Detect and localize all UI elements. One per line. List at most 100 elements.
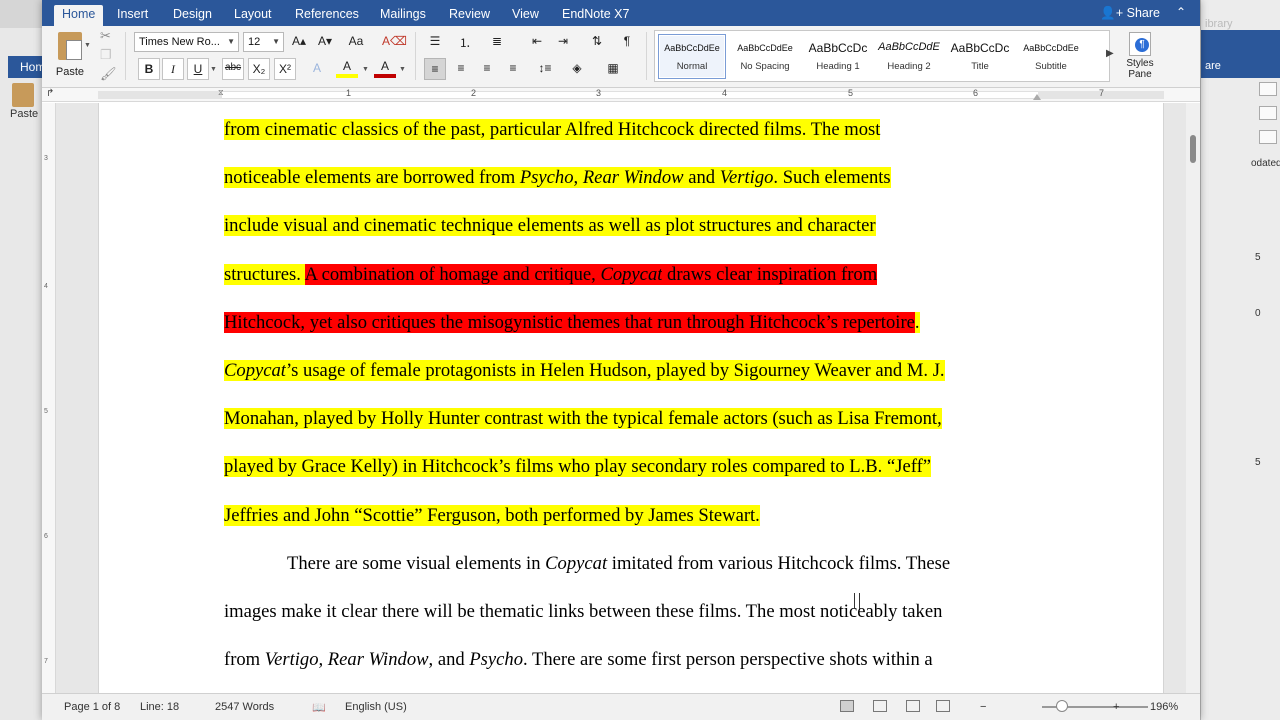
- tab-references[interactable]: References: [287, 5, 367, 26]
- highlight-chevron-icon[interactable]: ▼: [362, 66, 369, 73]
- ruler-left-margin: [98, 91, 222, 99]
- line-spacing-icon[interactable]: ↕≡: [534, 58, 556, 80]
- subscript-button[interactable]: X₂: [248, 58, 270, 80]
- sort-icon[interactable]: ⇅: [586, 31, 608, 53]
- word-count[interactable]: 2547 Words: [215, 701, 274, 713]
- style-normal[interactable]: AaBbCcDdEe Normal: [658, 34, 726, 79]
- background-number: 5: [1255, 457, 1261, 468]
- document-line: images make it clear there will be thema…: [224, 599, 942, 625]
- font-name-field[interactable]: Times New Ro... ▼: [134, 32, 239, 52]
- multilevel-list-icon[interactable]: ≣: [486, 31, 508, 53]
- tab-insert[interactable]: Insert: [109, 5, 156, 26]
- text-run: .: [914, 311, 920, 333]
- zoom-in-button[interactable]: +: [1113, 701, 1119, 713]
- right-indent-marker[interactable]: [1033, 94, 1041, 100]
- font-size-field[interactable]: 12 ▼: [243, 32, 284, 52]
- style-sample: AaBbCcDdEe: [737, 43, 793, 53]
- vertical-ruler[interactable]: 3 4 5 6 7: [42, 103, 56, 693]
- page-count[interactable]: Page 1 of 8: [64, 701, 120, 713]
- cut-icon[interactable]: ✂: [100, 28, 111, 44]
- change-case-button[interactable]: Aa: [345, 31, 367, 53]
- bold-button[interactable]: B: [138, 58, 160, 80]
- document-line: structures. A combination of homage and …: [224, 262, 878, 288]
- share-button[interactable]: 👤+ Share: [1100, 6, 1160, 21]
- document-page[interactable]: from cinematic classics of the past, par…: [98, 103, 1164, 693]
- language[interactable]: English (US): [345, 701, 407, 713]
- justify-icon[interactable]: ≡: [502, 58, 524, 80]
- tab-review[interactable]: Review: [441, 5, 498, 26]
- ruler-number: 7: [1099, 88, 1105, 98]
- increase-indent-icon[interactable]: ⇥: [552, 31, 574, 53]
- tab-home[interactable]: Home: [54, 5, 104, 26]
- style-subtitle[interactable]: AaBbCcDdEe Subtitle: [1017, 34, 1085, 79]
- bullets-icon[interactable]: ☰: [424, 31, 446, 53]
- ruler-number: 4: [44, 283, 48, 290]
- style-heading-1[interactable]: AaBbCcDc Heading 1: [804, 34, 872, 79]
- tab-layout[interactable]: Layout: [226, 5, 280, 26]
- document-line: Hitchcock, yet also critiques the misogy…: [224, 310, 920, 336]
- text-run: Psycho: [519, 167, 574, 189]
- tab-design[interactable]: Design: [165, 5, 220, 26]
- numbering-icon[interactable]: ⒈: [454, 31, 476, 53]
- borders-icon[interactable]: ▦: [602, 58, 624, 80]
- tab-stop-icon[interactable]: ↱: [46, 88, 54, 99]
- font-color-button[interactable]: A: [374, 56, 396, 78]
- styles-pane-button[interactable]: Styles Pane: [1122, 32, 1158, 84]
- gallery-more-arrow-icon[interactable]: ▶: [1106, 48, 1114, 59]
- text-run: Copycat: [600, 263, 663, 285]
- text-run: played by Grace Kelly) in Hitchcock’s fi…: [224, 456, 932, 478]
- grow-font-button[interactable]: A▴: [288, 31, 310, 53]
- tab-endnote[interactable]: EndNote X7: [554, 5, 637, 26]
- web-layout-view-icon[interactable]: [873, 700, 887, 712]
- paste-button[interactable]: Paste: [52, 30, 88, 80]
- shrink-font-button[interactable]: A▾: [314, 31, 336, 53]
- italic-button[interactable]: I: [162, 58, 184, 80]
- tab-view[interactable]: View: [504, 5, 547, 26]
- align-center-icon[interactable]: ≡: [450, 58, 472, 80]
- vertical-scrollbar[interactable]: [1186, 103, 1200, 693]
- share-label: Share: [1126, 6, 1160, 20]
- text-run: Copycat: [545, 552, 608, 574]
- decrease-indent-icon[interactable]: ⇤: [526, 31, 548, 53]
- text-run: ’s usage of female protagonists in Helen…: [285, 360, 945, 381]
- format-painter-icon[interactable]: 🖌: [100, 66, 117, 82]
- underline-button[interactable]: U: [187, 58, 209, 80]
- outline-view-icon[interactable]: [906, 700, 920, 712]
- background-paste-label: Paste: [10, 108, 39, 120]
- zoom-level[interactable]: 196%: [1150, 701, 1178, 713]
- background-button[interactable]: [1259, 130, 1277, 144]
- tab-mailings[interactable]: Mailings: [372, 5, 434, 26]
- strikethrough-button[interactable]: abc: [222, 58, 244, 80]
- style-title[interactable]: AaBbCcDc Title: [946, 34, 1014, 79]
- align-left-icon[interactable]: ≡: [424, 58, 446, 80]
- clear-formatting-icon[interactable]: A⌫: [382, 31, 407, 53]
- shading-icon[interactable]: ◈: [566, 58, 588, 80]
- copy-icon[interactable]: ❐: [100, 47, 112, 63]
- highlight-button[interactable]: A: [336, 56, 358, 78]
- ribbon-separator: [415, 32, 416, 80]
- background-button[interactable]: [1259, 106, 1277, 120]
- text-run: Vertigo: [719, 167, 774, 189]
- style-heading-2[interactable]: AaBbCcDdE Heading 2: [875, 34, 943, 79]
- align-right-icon[interactable]: ≡: [476, 58, 498, 80]
- scrollbar-thumb[interactable]: [1190, 135, 1196, 163]
- line-number: Line: 18: [140, 701, 180, 713]
- collapse-ribbon-chevron-icon[interactable]: ⌃: [1176, 5, 1186, 19]
- draft-view-icon[interactable]: [936, 700, 950, 712]
- paste-options-chevron-icon[interactable]: ▼: [84, 42, 91, 49]
- zoom-slider-thumb[interactable]: [1056, 700, 1068, 712]
- background-button[interactable]: [1259, 82, 1277, 96]
- first-line-indent-marker[interactable]: ⧖: [218, 88, 226, 102]
- font-color-chevron-icon[interactable]: ▼: [399, 66, 406, 73]
- superscript-button[interactable]: X²: [274, 58, 296, 80]
- zoom-out-button[interactable]: −: [980, 701, 986, 713]
- show-formatting-button[interactable]: ¶: [616, 31, 638, 53]
- horizontal-ruler[interactable]: ↱ ⧖ 1 2 3 4 5 6 7: [42, 88, 1200, 102]
- text-run: and: [683, 167, 720, 189]
- style-no-spacing[interactable]: AaBbCcDdEe No Spacing: [731, 34, 799, 79]
- proofing-icon[interactable]: 📖: [312, 701, 326, 714]
- print-layout-view-icon[interactable]: [840, 700, 854, 712]
- underline-chevron-icon[interactable]: ▼: [210, 66, 217, 73]
- style-sample: AaBbCcDc: [950, 41, 1010, 55]
- text-effects-button[interactable]: A: [306, 58, 328, 80]
